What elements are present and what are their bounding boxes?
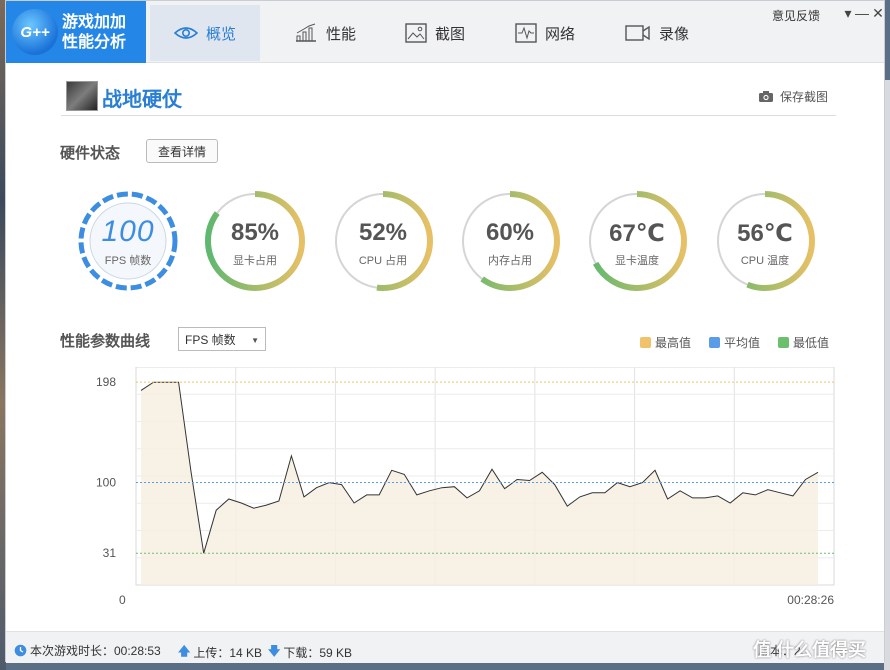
app-title: 游戏加加 性能分析 <box>62 13 142 53</box>
close-icon[interactable]: ✕ <box>870 5 886 22</box>
gauge-label: CPU 温度 <box>740 255 790 267</box>
gauge-label: 显卡温度 <box>615 255 659 267</box>
legend-max-label: 最高值 <box>655 336 692 350</box>
app-logo-icon: G++ <box>12 9 58 55</box>
upload-text: 上传：14 KB <box>193 646 263 660</box>
download-stat: 🡇 下载：59 KB <box>268 642 352 663</box>
app-title-line2: 性能分析 <box>62 34 127 51</box>
image-icon <box>405 23 427 43</box>
arrow-down-icon: 🡇 <box>268 644 281 658</box>
gauge-label: CPU 占用 <box>358 255 408 267</box>
gauge-gpu-usage: 85% 显卡占用 <box>203 189 307 293</box>
legend-avg-label: 平均值 <box>724 336 761 350</box>
feedback-link[interactable]: 意见反馈 <box>772 7 820 24</box>
save-screenshot-button[interactable]: 保存截图 <box>758 88 828 105</box>
save-screenshot-label: 保存截图 <box>780 90 829 104</box>
tab-screenshot-label: 截图 <box>434 25 465 43</box>
title-bar: G++ 游戏加加 性能分析 概览 性能 截图 网络 录像 意见反馈 ▾ — ✕ <box>6 1 884 63</box>
bar-chart-icon <box>295 23 316 42</box>
legend-max: 最高值 <box>640 334 691 351</box>
tab-performance-label: 性能 <box>325 25 356 43</box>
gauge-value: 52% <box>358 219 408 246</box>
gauge-value: 56℃ <box>737 220 793 247</box>
app-window: G++ 游戏加加 性能分析 概览 性能 截图 网络 录像 意见反馈 ▾ — ✕ <box>5 0 885 663</box>
gauge-label: 内存占用 <box>488 255 532 267</box>
gauge-cpu-usage: 52% CPU 占用 <box>331 189 435 293</box>
game-title: 战地硬仗 <box>102 89 182 111</box>
y-tick-label: 198 <box>96 375 116 389</box>
legend-min-swatch <box>778 337 789 348</box>
gauge-gpu-temp: 67℃ 显卡温度 <box>585 189 689 293</box>
header-divider <box>61 115 836 116</box>
metric-select-value: FPS 帧数 <box>185 332 236 347</box>
legend-min-label: 最低值 <box>793 336 830 350</box>
tab-overview-label: 概览 <box>205 25 236 43</box>
legend-max-swatch <box>640 337 651 348</box>
fps-chart: 198 100 31 0 00:28:26 <box>96 367 835 607</box>
metric-select[interactable]: FPS 帧数 ▼ <box>178 327 266 351</box>
game-duration: 本次游戏时长：00:28:53 <box>14 642 161 659</box>
legend-avg-swatch <box>709 337 720 348</box>
y-tick-label: 31 <box>103 546 117 560</box>
gauge-memory-usage: 60% 内存占用 <box>458 189 562 293</box>
gauge-value: 60% <box>485 219 535 246</box>
gauge-cpu-temp: 56℃ CPU 温度 <box>713 189 817 293</box>
watermark: 值 什么值得买 <box>752 640 866 660</box>
minimize-icon[interactable]: — <box>854 5 870 21</box>
game-duration-text: 本次游戏时长：00:28:53 <box>30 644 161 658</box>
gauge-fps: 100 FPS 帧数 <box>76 189 180 293</box>
x-start-label: 0 <box>119 593 126 607</box>
gauge-label: 显卡占用 <box>233 255 277 267</box>
upload-stat: 🡅 上传：14 KB <box>178 642 262 663</box>
status-bar: 本次游戏时长：00:28:53 🡅 上传：14 KB 🡇 下载：59 KB 版本… <box>6 631 884 663</box>
gauge-label: FPS 帧数 <box>104 255 152 267</box>
curve-section-title: 性能参数曲线 <box>60 333 151 350</box>
gauge-value: 85% <box>230 219 280 246</box>
tab-overview[interactable]: 概览 <box>150 5 260 61</box>
video-camera-icon <box>625 25 650 41</box>
x-end-label: 00:28:26 <box>787 593 834 607</box>
pulse-icon <box>515 23 537 43</box>
arrow-up-icon: 🡅 <box>178 644 191 658</box>
tab-performance[interactable]: 性能 <box>270 5 380 61</box>
gauge-value: 100 <box>101 215 155 248</box>
legend-min: 最低值 <box>778 334 829 351</box>
clock-icon <box>14 644 27 657</box>
camera-icon <box>759 91 773 102</box>
tab-screenshot[interactable]: 截图 <box>380 5 490 61</box>
tab-network[interactable]: 网络 <box>490 5 600 61</box>
eye-icon <box>173 27 198 39</box>
gauge-value: 67℃ <box>609 220 665 247</box>
app-title-line1: 游戏加加 <box>62 14 127 31</box>
legend-avg: 平均值 <box>709 334 760 351</box>
hardware-section-title: 硬件状态 <box>60 145 121 162</box>
view-details-button[interactable]: 查看详情 <box>146 139 218 163</box>
chevron-down-icon: ▼ <box>251 336 259 345</box>
tab-network-label: 网络 <box>544 25 575 43</box>
download-text: 下载：59 KB <box>283 646 353 660</box>
tab-recording[interactable]: 录像 <box>602 5 712 61</box>
tab-recording-label: 录像 <box>658 25 689 43</box>
game-avatar <box>66 81 98 111</box>
y-tick-label: 100 <box>96 476 116 490</box>
